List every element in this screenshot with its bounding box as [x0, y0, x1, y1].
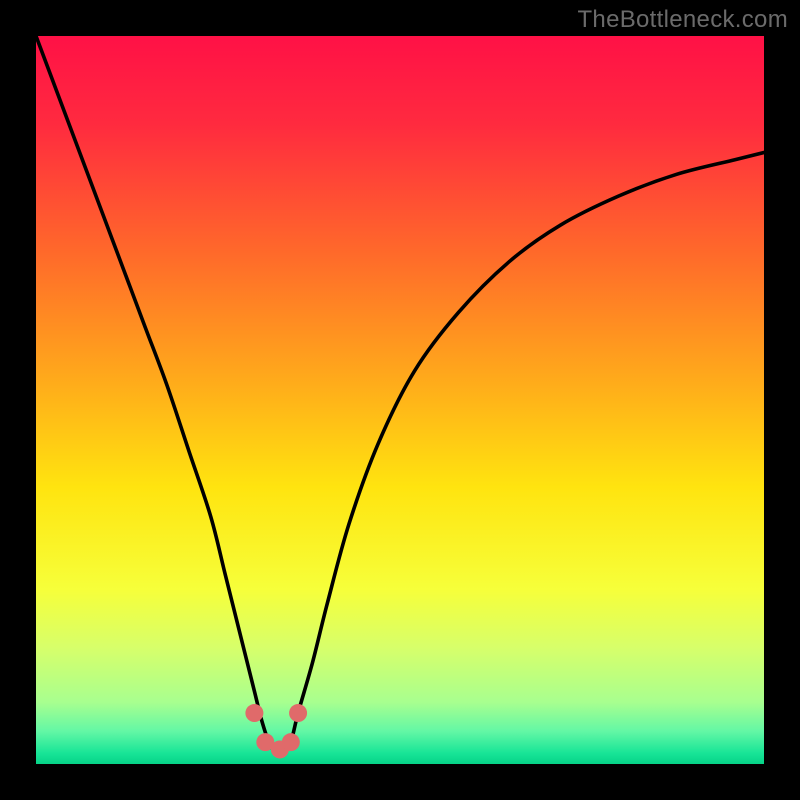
curve-marker [289, 704, 307, 722]
plot-area [36, 36, 764, 764]
bottleneck-curve [36, 36, 764, 764]
curve-marker [245, 704, 263, 722]
curve-marker [282, 733, 300, 751]
watermark-text: TheBottleneck.com [577, 6, 788, 34]
chart-frame: TheBottleneck.com [0, 0, 800, 800]
